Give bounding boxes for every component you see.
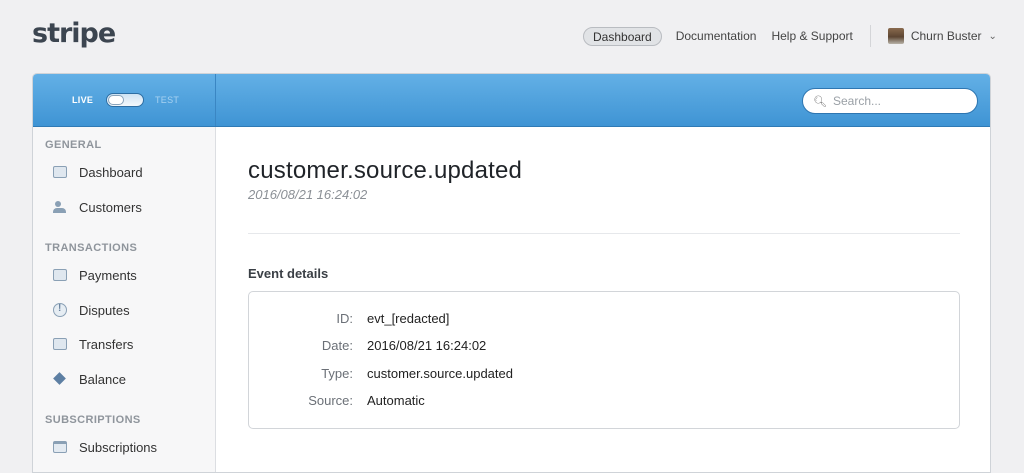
sidebar-item-transfers[interactable]: Transfers [53, 334, 133, 354]
nav-help-link[interactable]: Help & Support [771, 29, 852, 43]
sidebar-item-label: Customers [79, 199, 142, 215]
detail-key: Source: [308, 393, 353, 408]
account-name: Churn Buster [910, 29, 982, 43]
live-test-toggle[interactable] [106, 93, 144, 107]
transfer-icon [53, 338, 67, 350]
sidebar-item-label: Transfers [79, 336, 134, 352]
event-details-box: ID: evt_[redacted] Date: 2016/08/21 16:2… [248, 291, 960, 429]
sidebar-item-subscriptions[interactable]: Subscriptions [53, 437, 157, 457]
event-content: customer.source.updated 2016/08/21 16:24… [217, 127, 990, 472]
detail-key: Type: [321, 366, 353, 381]
divider [248, 233, 960, 234]
account-menu[interactable]: Churn Buster ⌄ [887, 28, 997, 44]
detail-value: 2016/08/21 16:24:02 [367, 338, 487, 353]
sidebar-item-label: Disputes [79, 302, 130, 318]
top-bar: stripe Dashboard Documentation Help & Su… [0, 0, 1024, 72]
sidebar-item-payments[interactable]: Payments [53, 265, 137, 285]
stripe-logo[interactable]: stripe [32, 18, 116, 49]
people-icon [53, 201, 67, 213]
detail-value: evt_[redacted] [367, 311, 450, 326]
sidebar-item-label: Balance [79, 371, 126, 387]
avatar [887, 28, 904, 44]
sidebar-item-label: Payments [79, 267, 137, 283]
sidebar-item-disputes[interactable]: Disputes [53, 300, 130, 320]
nav-separator [869, 25, 871, 47]
main-panel: LIVE TEST 🔍︎ Search... GENERAL Dashboard… [32, 73, 991, 473]
sidebar-section-general: GENERAL [45, 139, 102, 151]
page-title: customer.source.updated [248, 157, 523, 184]
sidebar-item-label: Subscriptions [79, 439, 158, 455]
sidebar-item-customers[interactable]: Customers [53, 197, 142, 217]
event-details-heading: Event details [248, 266, 329, 281]
sidebar-item-dashboard[interactable]: Dashboard [53, 162, 143, 182]
detail-value: customer.source.updated [367, 366, 513, 381]
sidebar-item-label: Dashboard [79, 164, 143, 180]
card-icon [53, 269, 67, 281]
detail-row-date: Date: 2016/08/21 16:24:02 [249, 338, 961, 356]
chevron-down-icon: ⌄ [988, 30, 997, 42]
detail-row-type: Type: customer.source.updated [249, 366, 961, 384]
search-placeholder: Search... [832, 94, 881, 108]
search-icon: 🔍︎ [813, 95, 827, 108]
test-mode-label[interactable]: TEST [155, 95, 179, 105]
top-navigation: Dashboard Documentation Help & Support C… [583, 25, 997, 47]
detail-row-id: ID: evt_[redacted] [249, 311, 961, 329]
sidebar-section-subscriptions: SUBSCRIPTIONS [45, 414, 141, 426]
nav-documentation-link[interactable]: Documentation [676, 29, 757, 43]
mode-toggle-area: LIVE TEST [33, 74, 216, 126]
calendar-icon [53, 441, 67, 453]
chart-icon [53, 166, 67, 178]
panel-header: LIVE TEST 🔍︎ Search... [33, 74, 990, 127]
toggle-knob [108, 95, 124, 105]
nav-dashboard-button[interactable]: Dashboard [583, 26, 662, 46]
detail-key: ID: [336, 311, 353, 326]
sidebar-item-balance[interactable]: Balance [53, 369, 126, 389]
detail-key: Date: [321, 338, 353, 353]
sidebar-section-transactions: TRANSACTIONS [45, 242, 138, 254]
live-mode-label[interactable]: LIVE [72, 95, 93, 105]
search-input[interactable]: 🔍︎ Search... [802, 88, 978, 114]
detail-row-source: Source: Automatic [249, 393, 961, 411]
detail-value: Automatic [367, 393, 425, 408]
balance-icon [53, 373, 67, 385]
event-timestamp: 2016/08/21 16:24:02 [248, 187, 368, 202]
alert-icon [53, 303, 67, 317]
sidebar: GENERAL Dashboard Customers TRANSACTIONS… [33, 127, 216, 472]
